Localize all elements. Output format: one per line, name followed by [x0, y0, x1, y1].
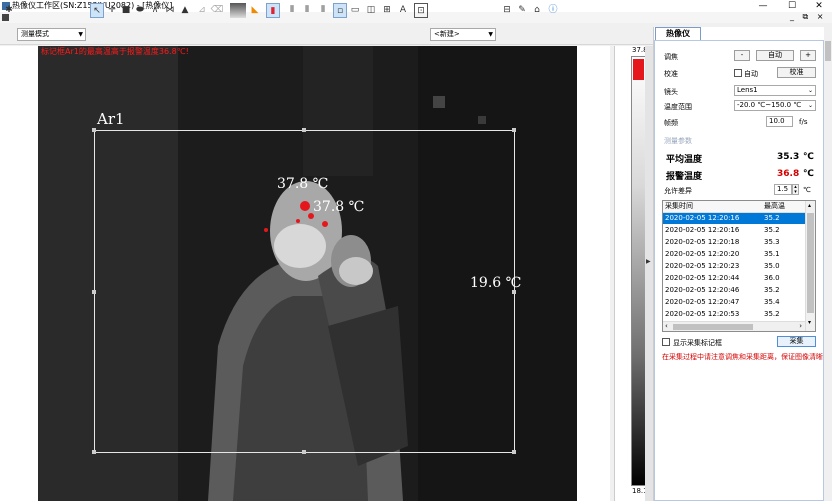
- polyline-icon[interactable]: ∧: [148, 3, 162, 18]
- measure-params-header: 测量参数: [664, 137, 692, 145]
- close-button[interactable]: ✕: [808, 0, 830, 12]
- rectangle-icon[interactable]: ■: [119, 3, 133, 18]
- polygon-icon[interactable]: ▲: [178, 3, 192, 18]
- delete-icon[interactable]: ⌫: [210, 3, 224, 18]
- palette-icon[interactable]: [230, 3, 246, 18]
- focus-minus-button[interactable]: -: [734, 50, 750, 61]
- roi-handle[interactable]: [512, 128, 516, 132]
- roi-handle[interactable]: [92, 290, 96, 294]
- max-temp-label: 37.8 ℃: [277, 176, 329, 192]
- list-row[interactable]: 2020-02-05 12:20:20 35.1: [663, 249, 806, 260]
- isotherm-icon[interactable]: ⊿: [195, 3, 209, 18]
- align-center-icon[interactable]: ⫴: [300, 3, 314, 18]
- roi-label: Ar1: [97, 110, 125, 128]
- focus-auto-button[interactable]: 自动: [756, 50, 794, 61]
- colorbar-icon[interactable]: ▮: [266, 3, 280, 18]
- tab-camera[interactable]: 热像仪: [655, 27, 701, 40]
- avg-temp-label: 平均温度: [666, 155, 703, 165]
- range-select[interactable]: -20.0 ℃~150.0 ℃ ⌄: [734, 100, 816, 111]
- mdi-controls[interactable]: _ ⧉ ×: [790, 12, 827, 22]
- lens-label: 镜头: [664, 88, 678, 96]
- alarm-temp-unit: ℃: [803, 169, 814, 179]
- range-label: 温度范围: [664, 103, 692, 111]
- show-marks-checkbox[interactable]: [662, 338, 670, 346]
- column-header-max[interactable]: 最高温: [762, 201, 809, 213]
- avg-temp-value: 35.3: [777, 152, 800, 162]
- roi-handle[interactable]: [302, 450, 306, 454]
- info-icon[interactable]: ⓘ: [546, 3, 560, 18]
- maximize-button[interactable]: ☐: [781, 0, 803, 12]
- alarm-message: 标记框Ar1的最高温高于报警温度36.8℃!: [41, 47, 189, 56]
- edit-icon[interactable]: ✎: [515, 3, 529, 18]
- align-right-icon[interactable]: ⫴: [316, 3, 330, 18]
- view-split-icon[interactable]: ◫: [364, 3, 378, 18]
- avg-temp-unit: ℃: [803, 152, 814, 162]
- list-row[interactable]: 2020-02-05 12:20:23 35.0: [663, 261, 806, 272]
- alarm-temp-label: 报警温度: [666, 172, 703, 182]
- capture-note: 在采集过程中请注意调焦和采集距离，保证图像清晰: [662, 353, 823, 361]
- preset-select[interactable]: <新建> ▼: [430, 28, 496, 41]
- max-temp-label-2: 37.8 ℃: [313, 199, 365, 215]
- colorbar-alarm-band: [633, 59, 644, 80]
- list-row[interactable]: 2020-02-05 12:20:16 35.2: [663, 225, 806, 236]
- lens-select[interactable]: Lens1 ⌄: [734, 85, 816, 96]
- alarm-icon[interactable]: ◣: [248, 3, 262, 18]
- calibrate-button[interactable]: 校准: [777, 67, 816, 78]
- spot-icon[interactable]: ✛: [105, 3, 119, 18]
- mode-select[interactable]: 测量模式 ▼: [17, 28, 86, 41]
- background-temp-label: 19.6 ℃: [470, 275, 522, 291]
- fps-unit: f/s: [799, 118, 808, 126]
- collect-button[interactable]: 采集: [777, 336, 816, 347]
- trash-icon[interactable]: ⌂: [530, 3, 544, 18]
- focus-label: 调焦: [664, 53, 678, 61]
- roi-handle[interactable]: [92, 450, 96, 454]
- list-row[interactable]: 2020-02-05 12:20:16 35.2: [663, 213, 806, 224]
- capture-list[interactable]: 采集时间 最高温 2020-02-05 12:20:16 35.2 2020-02…: [662, 200, 816, 332]
- calib-label: 校准: [664, 70, 678, 78]
- line-icon[interactable]: ⋈: [163, 3, 177, 18]
- list-row[interactable]: 2020-02-05 12:20:44 36.0: [663, 273, 806, 284]
- alarm-temp-value[interactable]: 36.8: [777, 169, 799, 179]
- panel-scrollbar[interactable]: [824, 27, 832, 501]
- auto-calib-checkbox[interactable]: [734, 69, 742, 77]
- view-quad-icon[interactable]: ⊞: [380, 3, 394, 18]
- run-icon[interactable]: ✱: [2, 3, 16, 18]
- align-left-icon[interactable]: ⫴: [285, 3, 299, 18]
- save-icon[interactable]: ⊟: [500, 3, 514, 18]
- diff-label: 允许差异: [664, 187, 692, 195]
- list-vertical-scrollbar[interactable]: ▴ ▾: [805, 201, 815, 331]
- ellipse-icon[interactable]: ⬬: [133, 3, 147, 18]
- show-marks-label: 显示采集标记框: [673, 339, 722, 347]
- list-horizontal-scrollbar[interactable]: ‹ ›: [663, 321, 805, 331]
- list-row[interactable]: 2020-02-05 12:20:47 35.4: [663, 297, 806, 308]
- diff-spinner[interactable]: ▴ ▾: [792, 184, 799, 195]
- panel-splitter[interactable]: [645, 46, 653, 501]
- text-icon[interactable]: A: [396, 3, 410, 18]
- collapse-arrow-icon[interactable]: ▶: [646, 258, 651, 265]
- list-row[interactable]: 2020-02-05 12:20:18 35.3: [663, 237, 806, 248]
- pointer-icon[interactable]: ↖: [90, 3, 104, 18]
- diff-unit: ℃: [803, 186, 811, 194]
- focus-plus-button[interactable]: +: [800, 50, 816, 61]
- minimize-button[interactable]: —: [752, 0, 774, 12]
- column-header-time[interactable]: 采集时间: [663, 201, 765, 213]
- roi-handle[interactable]: [512, 450, 516, 454]
- view-single-icon[interactable]: ▫: [333, 3, 347, 18]
- fps-input[interactable]: 10.0: [766, 116, 793, 127]
- roi-handle[interactable]: [92, 128, 96, 132]
- list-row[interactable]: 2020-02-05 12:20:53 35.2: [663, 309, 806, 320]
- diff-input[interactable]: 1.5: [774, 184, 792, 195]
- list-row[interactable]: 2020-02-05 12:20:46 35.2: [663, 285, 806, 296]
- roi-handle[interactable]: [302, 128, 306, 132]
- view-double-icon[interactable]: ▭: [348, 3, 362, 18]
- colorbar: [631, 56, 646, 486]
- auto-calib-label: 自动: [744, 70, 758, 78]
- fps-label: 帧频: [664, 119, 678, 127]
- fullscreen-icon[interactable]: ⊡: [414, 3, 428, 18]
